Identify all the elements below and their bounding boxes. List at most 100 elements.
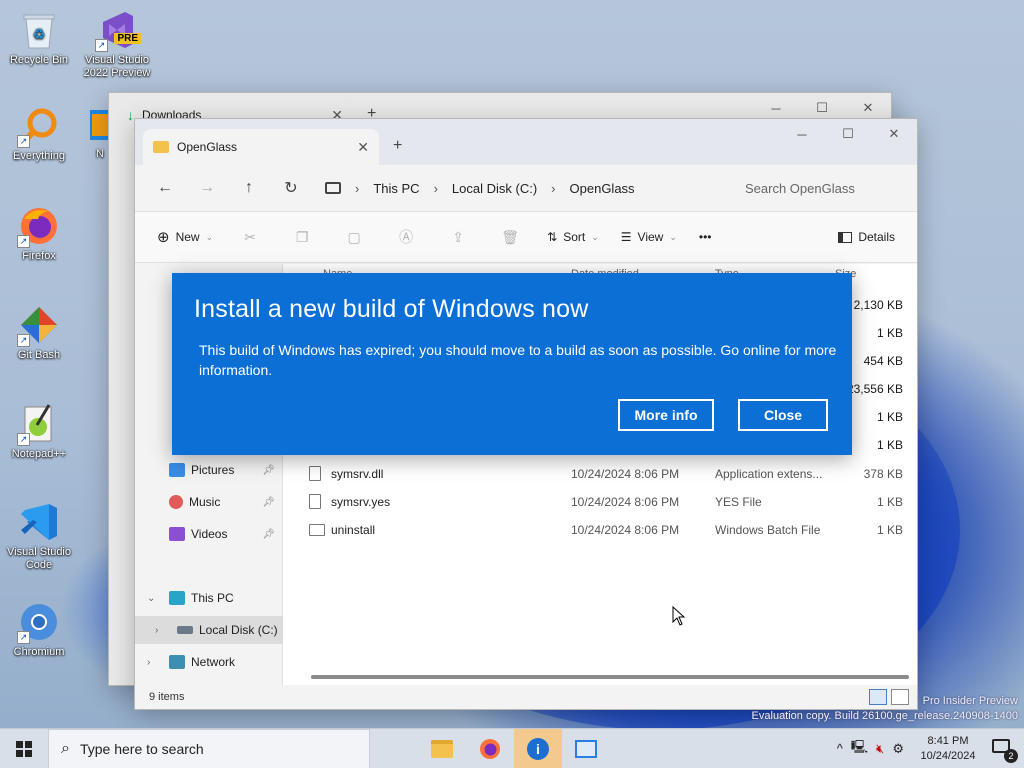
sidebar-item-videos[interactable]: Videos 📌︎ xyxy=(135,520,283,548)
breadcrumb-openglass[interactable]: OpenGlass xyxy=(570,181,635,196)
sort-button[interactable]: ⇅ Sort ⌄ xyxy=(539,221,607,253)
tab-openglass[interactable]: OpenGlass ✕ xyxy=(143,129,379,165)
horizontal-scrollbar[interactable] xyxy=(311,675,909,679)
rename-button[interactable]: Ⓐ xyxy=(383,221,429,253)
info-icon: i xyxy=(527,737,549,760)
new-tab-button[interactable]: + xyxy=(393,137,402,155)
size-cell: 454 KB xyxy=(863,354,903,368)
forward-arrow-icon[interactable]: → xyxy=(189,173,225,203)
file-icon xyxy=(309,494,321,509)
copy-icon: ❐ xyxy=(295,228,309,245)
desktop-icon-notepad-plus-plus[interactable]: ↗ Notepad++ xyxy=(1,402,77,461)
sort-icon: ⇅ xyxy=(547,230,558,244)
shortcut-arrow-icon: ↗ xyxy=(95,39,108,52)
taskbar-info-app[interactable]: i xyxy=(514,728,562,768)
monitor-icon xyxy=(325,182,341,194)
more-options-button[interactable]: ••• xyxy=(691,221,720,253)
system-tray: ^ 🖳︎ 🔇︎ ⚙ 8:41 PM 10/24/2024 2 xyxy=(837,734,1024,764)
desktop-icon-visual-studio-preview[interactable]: PRE ↗ Visual Studio 2022 Preview xyxy=(79,8,155,80)
everything-search-icon: ↗ xyxy=(17,104,61,148)
recycle-bin-icon: ♻ xyxy=(17,8,61,52)
notification-badge: 2 xyxy=(1004,748,1018,763)
close-window-button[interactable]: ✕ xyxy=(871,119,917,149)
clock[interactable]: 8:41 PM 10/24/2024 xyxy=(912,734,984,764)
chromium-icon: ↗ xyxy=(17,600,61,644)
visual-studio-icon: PRE ↗ xyxy=(95,8,141,52)
close-button[interactable]: Close xyxy=(738,399,828,431)
cut-button[interactable]: ✂ xyxy=(227,221,273,253)
sidebar-item-this-pc[interactable]: ⌄ This PC xyxy=(135,584,283,612)
breadcrumb-local-disk[interactable]: Local Disk (C:) xyxy=(452,181,537,196)
firefox-icon: ↗ xyxy=(17,204,61,248)
delete-button[interactable]: 🗑︎ xyxy=(487,221,533,253)
shortcut-arrow-icon: ↗ xyxy=(17,334,30,347)
search-input[interactable]: Search OpenGlass xyxy=(735,172,905,204)
breadcrumb[interactable]: › This PC › Local Disk (C:) › OpenGlass xyxy=(315,172,729,204)
notification-center-button[interactable]: 2 xyxy=(992,738,1018,763)
pin-icon: 📌︎ xyxy=(262,496,275,508)
gear-icon[interactable]: ⚙ xyxy=(892,741,904,757)
new-button[interactable]: ⊕ New ⌄ xyxy=(149,221,221,253)
search-icon: ⌕ xyxy=(61,739,70,757)
sidebar-item-local-disk[interactable]: › Local Disk (C:) xyxy=(135,616,283,644)
desktop-icon-vscode[interactable]: Visual Studio Code xyxy=(1,500,77,572)
table-row[interactable]: symsrv.yes 10/24/2024 8:06 PM YES File 1… xyxy=(309,488,905,516)
taskbar: ⌕ Type here to search i ^ 🖳︎ 🔇︎ ⚙ 8:41 P… xyxy=(0,728,1024,768)
paste-button[interactable]: ▢ xyxy=(331,221,377,253)
chevron-right-icon: › xyxy=(155,624,159,636)
taskbar-firefox[interactable] xyxy=(466,729,514,768)
address-bar: ← → ↑ ↻ › This PC › Local Disk (C:) › Op… xyxy=(135,165,917,211)
taskbar-search-input[interactable]: ⌕ Type here to search xyxy=(48,728,370,768)
close-tab-icon[interactable]: ✕ xyxy=(357,139,369,156)
details-pane-button[interactable]: Details xyxy=(830,221,903,253)
sidebar-item-music[interactable]: Music 📌︎ xyxy=(135,488,283,516)
sidebar-item-network[interactable]: › Network xyxy=(135,648,283,676)
table-row[interactable]: uninstall 10/24/2024 8:06 PM Windows Bat… xyxy=(309,516,905,544)
refresh-icon[interactable]: ↻ xyxy=(273,173,309,203)
firefox-icon xyxy=(480,738,500,759)
minimize-button[interactable]: ─ xyxy=(779,119,825,149)
file-explorer-icon xyxy=(431,739,453,758)
notepad-plus-plus-icon: ↗ xyxy=(17,402,61,446)
vscode-icon xyxy=(17,500,61,544)
chevron-down-icon: ⌄ xyxy=(205,231,214,242)
pictures-icon xyxy=(169,463,185,477)
evaluation-watermark: Pro Insider Preview Evaluation copy. Bui… xyxy=(751,695,1018,722)
desktop-icon-firefox[interactable]: ↗ Firefox xyxy=(1,204,77,263)
share-button[interactable]: ⇪ xyxy=(435,221,481,253)
music-icon xyxy=(169,495,183,509)
more-info-button[interactable]: More info xyxy=(618,399,714,431)
command-bar: ⊕ New ⌄ ✂ ❐ ▢ Ⓐ ⇪ 🗑︎ ⇅ Sort ⌄ ☰ View ⌄ •… xyxy=(135,211,917,263)
maximize-button[interactable]: ☐ xyxy=(825,119,871,149)
scissors-icon: ✂ xyxy=(244,228,256,245)
desktop-icon-recycle-bin[interactable]: ♻ Recycle Bin xyxy=(1,8,77,67)
pin-icon: 📌︎ xyxy=(262,464,275,476)
chevron-down-icon: ⌄ xyxy=(669,231,677,242)
dialog-title: Install a new build of Windows now xyxy=(194,295,589,323)
details-pane-icon xyxy=(838,231,853,243)
taskbar-window-app[interactable] xyxy=(562,729,610,768)
volume-muted-icon[interactable]: 🔇︎ xyxy=(876,741,884,757)
item-count: 9 items xyxy=(149,691,185,703)
back-arrow-icon[interactable]: ← xyxy=(147,173,183,203)
desktop-icon-git-bash[interactable]: ↗ Git Bash xyxy=(1,303,77,362)
network-monitor-icon[interactable]: 🖳︎ xyxy=(851,738,868,760)
plus-circle-icon: ⊕ xyxy=(157,229,170,246)
table-row[interactable]: symsrv.dll 10/24/2024 8:06 PM Applicatio… xyxy=(309,460,905,488)
chevron-up-icon[interactable]: ^ xyxy=(837,741,843,756)
chevron-right-icon: › xyxy=(551,180,556,196)
taskbar-file-explorer[interactable] xyxy=(418,729,466,768)
up-arrow-icon[interactable]: ↑ xyxy=(231,173,267,203)
desktop-icon-chromium[interactable]: ↗ Chromium xyxy=(1,600,77,659)
size-cell: 1 KB xyxy=(876,438,903,452)
breadcrumb-this-pc[interactable]: This PC xyxy=(373,181,419,196)
chevron-down-icon: ⌄ xyxy=(147,592,156,604)
network-icon xyxy=(169,655,185,669)
view-button[interactable]: ☰ View ⌄ xyxy=(613,221,685,253)
copy-button[interactable]: ❐ xyxy=(279,221,325,253)
sidebar-item-pictures[interactable]: Pictures 📌︎ xyxy=(135,456,283,484)
desktop-icon-everything[interactable]: ↗ Everything xyxy=(1,104,77,163)
videos-icon xyxy=(169,527,185,541)
start-button[interactable] xyxy=(0,729,48,768)
shortcut-arrow-icon: ↗ xyxy=(17,135,30,148)
